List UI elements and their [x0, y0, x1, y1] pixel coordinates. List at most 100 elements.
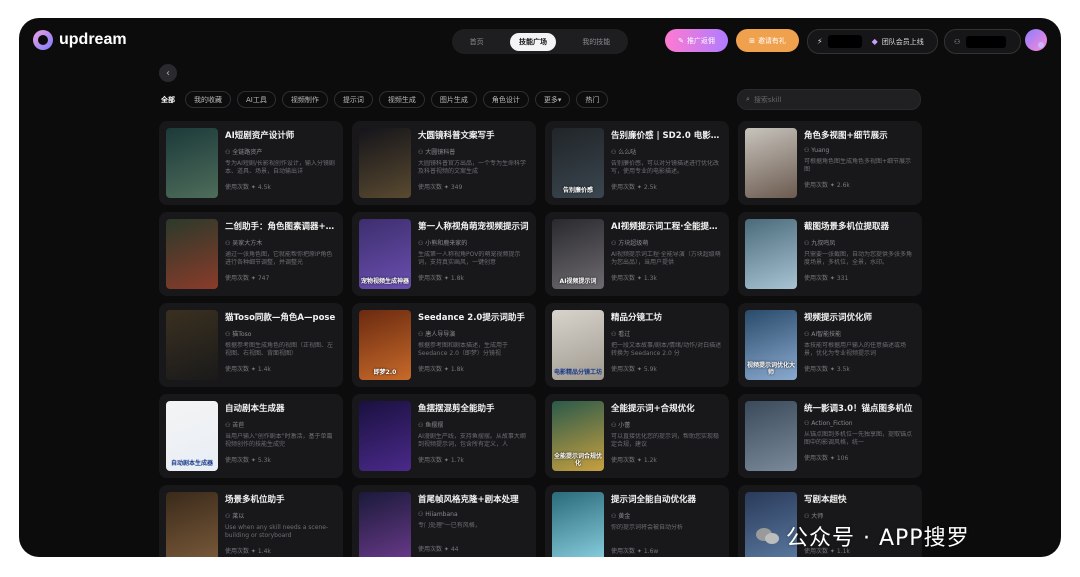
skill-usage: 使用次数 ✦ 2.5k	[611, 184, 657, 191]
skill-card[interactable]: 猫Toso同款—角色A—pose ⚇ 猫Toso 根据参考图生成角色的视图（正视图、…	[159, 303, 343, 387]
skill-author: ⚇ 看过	[611, 329, 723, 338]
skill-usage: 使用次数 ✦ 1.4k	[225, 548, 271, 555]
back-button[interactable]: ‹	[159, 64, 177, 82]
skill-card[interactable]: AI视频提示词 AI视频提示词工程·全能提示词 ⚇ 方块超级萌 AI视频提示词工程·全…	[545, 212, 729, 296]
wechat-icon	[756, 526, 780, 546]
skill-card[interactable]: AI短剧资产设计师 ⚇ 全链路资产 专为AI短剧/长影视创作设计，输入分镜剧本、道具…	[159, 121, 343, 205]
invite-label: 邀请有礼	[757, 36, 786, 45]
skill-card[interactable]: 视频提示词优化大师 视频提示词优化师 ⚇ AI智能技能 本技能可根据用户输入的任意描述…	[738, 303, 922, 387]
skill-description: 当用户输入"创作剧本"时激活，基于单篇视频创作的技能生成完	[225, 433, 333, 448]
skill-title: 场景多机位助手	[225, 495, 285, 505]
brand-name: updream	[59, 31, 127, 48]
skill-title: 提示词全能自动优化器	[611, 495, 697, 505]
skill-card[interactable]: 宠物视频生成神器 第一人称视角萌宠视频提示词 ⚇ 小熊和鹿来家的 生成第一人称视角PO…	[352, 212, 536, 296]
skill-usage: 使用次数 ✦ 1.4k	[225, 366, 271, 373]
filter-chip[interactable]: 我的收藏	[185, 91, 231, 108]
skill-description: 从锚点图到多机位一先独享图，提取锚点图中的影调风格，统一	[804, 431, 913, 446]
skill-card[interactable]: 鱼摆摆混剪全能助手 ⚇ 鱼摆摆 AI漫剧生产线，支持鱼摆摆。从故事大纲到视频提示词，…	[352, 394, 536, 478]
skill-usage: 使用次数 ✦ 4.5k	[225, 184, 271, 191]
skill-card[interactable]: 提示词全能自动优化器 ⚇ 黄金 你的提示词将会被自动分析 使用次数 ✦ 1.6w	[545, 485, 729, 557]
author-name: Hiiambana	[425, 511, 458, 518]
author-name: AI智能技能	[811, 331, 842, 338]
avatar[interactable]	[1025, 29, 1047, 51]
skill-card[interactable]: 全能提示词合规优化 全能提示词+合规优化 ⚇ 小蕾 可以直接优化您的提示词，帮助您实现…	[545, 394, 729, 478]
thumbnail-caption: 告别廉价感	[562, 187, 593, 194]
filter-chip[interactable]: 全部	[159, 91, 179, 108]
skill-usage: 使用次数 ✦ 1.6w	[611, 548, 659, 555]
skill-thumbnail	[359, 492, 411, 557]
author-name: Yuang	[811, 147, 830, 154]
skill-thumbnail	[166, 128, 218, 198]
skill-title: 写剧本超快	[804, 495, 847, 505]
user-pill[interactable]: ⚇	[944, 29, 1021, 54]
skill-card[interactable]: 自动剧本生成器 自动剧本生成器 ⚇ 苦苣当用户输入"创作剧本"时激活，基于单篇视频创…	[159, 394, 343, 478]
filter-chip[interactable]: 视频制作	[281, 91, 328, 108]
skill-card[interactable]: 二创助手：角色图素调器+手绘 ⚇ 吴家大方木 通过一张角色图，它就能帮你把原IP角色…	[159, 212, 343, 296]
skill-card[interactable]: 大圆镜科普文案写手 ⚇ 大圆镜科普 大圆镜科普官方出品，一个专为生命科学及科普视频的…	[352, 121, 536, 205]
filter-chip[interactable]: 更多 ▾	[534, 91, 571, 108]
skill-card[interactable]: 电影精品分镜工坊 精品分镜工坊 ⚇ 看过 把一段文本故事/剧本/情绪/动作/对白描述转…	[545, 303, 729, 387]
diamond-icon: ◆	[871, 37, 878, 46]
chevron-left-icon: ‹	[166, 67, 170, 79]
skill-title: Seedance 2.0提示词助手	[418, 313, 525, 323]
skill-thumbnail: 宠物视频生成神器	[359, 219, 411, 289]
skill-card[interactable]: 告别廉价感 告别廉价感 | SD2.0 电影质感提示词 ⚇ 么么哒告别廉价感，可以对…	[545, 121, 729, 205]
invite-button[interactable]: ⊞ 邀请有礼	[736, 29, 799, 52]
logo[interactable]: updream	[33, 30, 127, 50]
skill-title: 截图场景多机位提取器	[804, 222, 890, 232]
skill-usage: 使用次数 ✦ 2.6k	[804, 182, 850, 189]
skill-card[interactable]: 场景多机位助手 ⚇ 莱以 Use when any skill needs a sc…	[159, 485, 343, 557]
gift-icon: ⊞	[749, 36, 755, 45]
skill-author: ⚇ AI智能技能	[804, 329, 916, 338]
filter-chip[interactable]: 角色设计	[482, 91, 529, 108]
chevron-down-icon: ▾	[557, 95, 562, 104]
watermark: 公众号 · APP搜罗	[756, 520, 970, 552]
filter-chip[interactable]: 提示词	[333, 91, 373, 108]
filter-chip-label: 视频制作	[290, 95, 319, 104]
author-name: 大圆镜科普	[425, 149, 456, 156]
filter-chip[interactable]: 视频生成	[378, 91, 425, 108]
promo-button[interactable]: ✎ 推广返佣	[665, 29, 728, 52]
skill-thumbnail	[166, 310, 218, 380]
skill-usage: 使用次数 ✦ 1.2k	[611, 457, 657, 464]
skill-usage: 使用次数 ✦ 1.8k	[418, 275, 464, 282]
filter-chip-label: 图片生成	[439, 95, 468, 104]
skill-author: ⚇ 苦苣	[225, 420, 337, 429]
top-nav-item[interactable]: 首页	[461, 33, 493, 51]
skill-thumbnail: 全能提示词合规优化	[552, 401, 604, 471]
skill-description: 本技能可根据用户输入的任意描述或场景，优化为专业视频提示词	[804, 342, 907, 357]
filter-chip[interactable]: AI工具	[237, 91, 276, 108]
skill-description: 告别廉价感，可以对分镜描述进行优化改写，使用专业的电影描述。	[611, 160, 720, 175]
filter-chip[interactable]: 热门	[576, 91, 609, 108]
skill-card[interactable]: 即梦2.0 Seedance 2.0提示词助手 ⚇ 唐人导导演 根据参考图和剧本描述，…	[352, 303, 536, 387]
skill-card[interactable]: 统一影调3.0！锚点图多机位 ⚇ Action_Fiction 从锚点图到多机位一先…	[738, 394, 922, 478]
skill-usage: 使用次数 ✦ 1.7k	[418, 457, 464, 464]
skill-info: 角色多视图+细节展示 ⚇ Yuang 可根据角色图生成角色多视图+细节展示图 使用次数…	[804, 129, 916, 189]
app-window: updream 首页 技能广场 我的技能 ✎ 推广返佣 ⊞ 邀请有礼 ⚡ ◆ 团队会…	[19, 18, 1061, 557]
skill-thumbnail: 电影精品分镜工坊	[552, 310, 604, 380]
skill-description: 根据参考图和剧本描述，生成用于 Seedance 2.0（即梦）分镜视	[418, 342, 509, 357]
skill-thumbnail	[745, 219, 797, 289]
filter-chip-label: 我的收藏	[194, 95, 222, 104]
skill-card[interactable]: 角色多视图+细节展示 ⚇ Yuang 可根据角色图生成角色多视图+细节展示图 使用次数…	[738, 121, 922, 205]
author-name: 猫Toso	[232, 331, 252, 338]
author-name: 鱼摆摆	[425, 422, 444, 429]
skill-usage: 使用次数 ✦ 3.5k	[804, 366, 850, 373]
skill-title: 自动剧本生成器	[225, 404, 285, 414]
skill-title: 第一人称视角萌宠视频提示词	[418, 222, 529, 232]
skill-thumbnail: 自动剧本生成器	[166, 401, 218, 471]
membership-pill[interactable]: ⚡ ◆ 团队会员上线	[807, 29, 938, 54]
search-box[interactable]: ⌕ 搜索skill	[737, 89, 921, 110]
skill-info: 自动剧本生成器 ⚇ 苦苣当用户输入"创作剧本"时激活，基于单篇视频创作的技能生成完…	[225, 402, 337, 464]
top-nav-item[interactable]: 技能广场	[509, 32, 556, 51]
skill-author: ⚇ 大圆镜科普	[418, 147, 530, 156]
skill-thumbnail	[359, 401, 411, 471]
filter-chip[interactable]: 图片生成	[430, 91, 477, 108]
skill-card[interactable]: 首尾帧风格克隆+剧本处理 ⚇ Hiiambana 专门处理"一已有风格， 使用次数 ✦…	[352, 485, 536, 557]
author-name: 吴家大方木	[232, 240, 263, 247]
skill-title: 告别廉价感 | SD2.0 电影质感提示词	[611, 131, 723, 141]
search-input[interactable]: 搜索skill	[754, 95, 782, 105]
skill-thumbnail: AI视频提示词	[552, 219, 604, 289]
top-nav-item[interactable]: 我的技能	[573, 33, 619, 51]
skill-card[interactable]: 截图场景多机位提取器 ⚇ 九叔鸣凤 只需要一张截图，自动为您提供多张多角度场景，多机…	[738, 212, 922, 296]
